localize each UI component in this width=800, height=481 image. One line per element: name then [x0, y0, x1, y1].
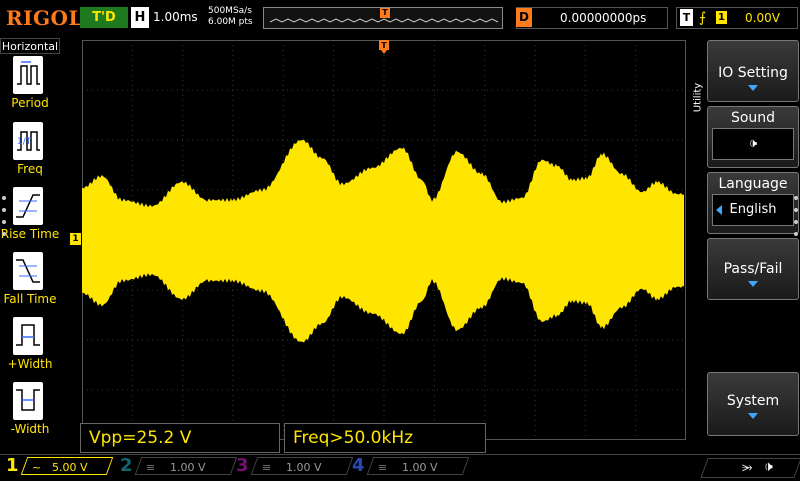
horizontal-label: H: [131, 7, 149, 28]
measure-neg-width-button[interactable]: -Width: [0, 382, 60, 444]
measure-pos-width-label: +Width: [7, 357, 53, 371]
trigger-level: 0.00V: [745, 11, 780, 25]
delay-value: 0.00000000ps: [560, 11, 647, 25]
io-setting-label: IO Setting: [718, 65, 788, 81]
neg-width-icon: [13, 382, 43, 420]
measure-menu-title: Horizontal: [0, 38, 60, 54]
pass-fail-label: Pass/Fail: [723, 261, 783, 277]
ch3-coupling-icon: ≡: [262, 461, 272, 474]
utility-menu-title: Utility: [692, 82, 704, 113]
trigger-source: 1: [716, 11, 727, 24]
io-setting-button[interactable]: IO Setting: [707, 40, 799, 102]
delay-label: D: [516, 8, 532, 27]
measure-period-button[interactable]: Period: [0, 56, 60, 118]
ch1-offset-marker[interactable]: 1: [70, 233, 81, 245]
ch2-number: 2: [120, 455, 133, 476]
measure-period-label: Period: [11, 96, 49, 110]
utility-menu: Utility IO Setting Sound 🕩 Language Engl…: [688, 36, 800, 454]
ch3-scale: 1.00 V: [286, 461, 322, 474]
measure-pos-width-button[interactable]: +Width: [0, 317, 60, 379]
menu-page-dots-right: [794, 196, 798, 244]
ch1-number: 1: [6, 455, 19, 476]
rigol-logo: RIGOL: [6, 6, 84, 30]
language-button[interactable]: Language English: [707, 172, 799, 234]
channel-status-bar: 1 ~ 5.00 V 2 ≡ 1.00 V 3 ≡ 1.00 V 4 ≡ 1.0…: [0, 454, 800, 481]
ch1-waveform: [82, 139, 684, 343]
memory-position-bar[interactable]: T: [263, 7, 503, 29]
ch2-coupling-icon: ≡: [146, 461, 156, 474]
svg-text:T: T: [381, 41, 387, 50]
submenu-arrow-icon: [748, 413, 758, 419]
rising-edge-icon: ⨍: [699, 10, 707, 26]
language-select[interactable]: English: [712, 194, 794, 226]
system-label: System: [726, 393, 780, 409]
usb-icon: ⭃: [742, 460, 753, 475]
measurement-vpp[interactable]: Vpp=25.2 V: [80, 423, 280, 453]
speaker-icon: 🕩: [764, 459, 773, 475]
timebase-value[interactable]: 1.00ms: [153, 7, 198, 28]
select-arrow-icon: [716, 205, 722, 215]
ch4-coupling-icon: ≡: [378, 461, 388, 474]
ch3-number: 3: [236, 455, 249, 476]
top-status-bar: RIGOL T'D H 1.00ms 500MSa/s 6.00M pts T …: [0, 0, 800, 36]
measure-rise-time-button[interactable]: Rise Time: [0, 187, 60, 249]
svg-text:1/T: 1/T: [17, 137, 32, 147]
sample-rate-readout: 500MSa/s 6.00M pts: [208, 6, 253, 28]
period-icon: [13, 56, 43, 94]
run-status-badge[interactable]: T'D: [80, 7, 128, 28]
freq-icon: 1/T: [13, 122, 43, 160]
measure-fall-time-button[interactable]: Fall Time: [0, 252, 60, 314]
submenu-arrow-icon: [748, 281, 758, 287]
memory-depth: 6.00M pts: [208, 17, 253, 27]
trigger-position-top-marker[interactable]: T: [379, 40, 389, 54]
measure-freq-label: Freq: [17, 162, 43, 176]
trigger-position-marker: T: [380, 8, 390, 18]
pos-width-icon: [13, 317, 43, 355]
language-value: English: [729, 202, 777, 217]
speaker-icon: 🕩: [748, 136, 758, 151]
submenu-arrow-icon: [748, 85, 758, 91]
trigger-label: T: [680, 9, 693, 26]
sample-rate: 500MSa/s: [208, 6, 252, 16]
ch4-scale: 1.00 V: [402, 461, 438, 474]
sound-toggle[interactable]: 🕩: [712, 128, 794, 160]
menu-page-dots-left: [2, 196, 7, 244]
measure-freq-button[interactable]: 1/T Freq: [0, 122, 60, 184]
ch2-scale: 1.00 V: [170, 461, 206, 474]
waveform-display[interactable]: [82, 40, 686, 440]
ch1-scale: 5.00 V: [52, 461, 88, 474]
pass-fail-button[interactable]: Pass/Fail: [707, 238, 799, 300]
measure-fall-time-label: Fall Time: [3, 292, 57, 306]
measurement-freq[interactable]: Freq>50.0kHz: [284, 423, 486, 453]
language-label: Language: [718, 176, 788, 192]
sound-label: Sound: [730, 110, 776, 126]
measure-neg-width-label: -Width: [10, 422, 50, 436]
rise-time-icon: [13, 187, 43, 225]
ch1-coupling-icon: ~: [32, 461, 42, 474]
measure-menu: Horizontal Period 1/T Freq Rise Time Fal…: [0, 36, 60, 454]
ch4-number: 4: [352, 455, 365, 476]
measure-rise-time-label: Rise Time: [0, 227, 60, 241]
fall-time-icon: [13, 252, 43, 290]
sound-button[interactable]: Sound 🕩: [707, 106, 799, 168]
system-button[interactable]: System: [707, 372, 799, 436]
